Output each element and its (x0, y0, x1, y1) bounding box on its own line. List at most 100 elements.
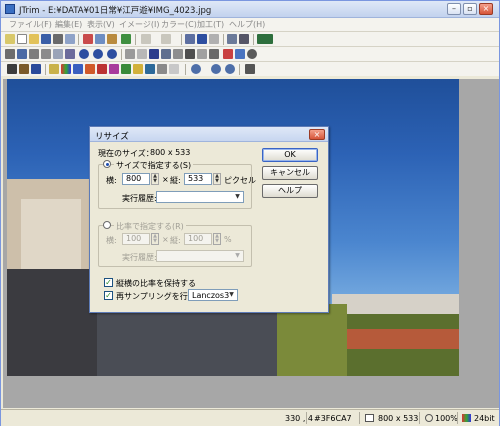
new-file-icon[interactable] (17, 34, 27, 44)
ratio-mode-label: 比率で指定する(R) (114, 221, 186, 232)
screen-mode-icon[interactable] (257, 34, 273, 44)
menu-file[interactable]: ファイル(F) (9, 19, 52, 30)
percent-unit-label: % (224, 235, 232, 244)
open-folder-icon[interactable] (5, 34, 15, 44)
negative-icon[interactable] (31, 64, 41, 74)
size-history-select[interactable]: ▼ (156, 191, 244, 203)
resample-method-select[interactable]: Lanczos3 ▼ (188, 289, 238, 301)
menu-image[interactable]: イメージ(I) (119, 19, 159, 30)
help-button[interactable]: ヘルプ (262, 184, 318, 198)
toolbar-separator (135, 34, 136, 45)
expand-canvas-icon[interactable] (41, 49, 51, 59)
copy-icon[interactable] (95, 34, 105, 44)
crop-icon[interactable] (5, 49, 15, 59)
print-icon[interactable] (53, 34, 63, 44)
save-icon[interactable] (41, 34, 51, 44)
print-preview-icon[interactable] (65, 34, 75, 44)
paste-new-icon[interactable] (121, 34, 131, 44)
auto-level-icon[interactable] (133, 64, 143, 74)
redo-icon[interactable] (161, 34, 171, 44)
color-balance-icon[interactable] (61, 64, 71, 74)
ratio-mode-radio[interactable] (103, 221, 111, 229)
resample-checkbox[interactable]: ✓ (104, 291, 113, 300)
willow-tree (277, 304, 347, 376)
select-icon[interactable] (185, 34, 195, 44)
posterize-icon[interactable] (157, 64, 167, 74)
ratio-height-input[interactable]: 100 (184, 233, 212, 245)
app-window: JTrim - E:¥DATA¥01日常¥江戸遊¥IMG_4023.jpg – … (0, 0, 500, 426)
status-divider (359, 412, 360, 424)
resample-label: 再サンプリングを行う (116, 292, 196, 301)
emboss-icon[interactable] (161, 49, 171, 59)
brightness-icon[interactable] (49, 64, 59, 74)
wave-icon[interactable] (197, 49, 207, 59)
menu-help[interactable]: ヘルプ(H) (229, 19, 265, 30)
maximize-button[interactable]: ▫ (463, 3, 477, 15)
toolbar-separator (185, 64, 186, 75)
blur-icon[interactable] (137, 49, 147, 59)
hue-icon[interactable] (73, 64, 83, 74)
rotate-180-icon[interactable] (107, 49, 117, 59)
tone-curve-icon[interactable] (145, 64, 155, 74)
rotate-free-icon[interactable] (29, 49, 39, 59)
dialog-close-button[interactable]: × (309, 129, 325, 140)
menu-process[interactable]: 加工(T) (197, 19, 224, 30)
zoom-in-icon[interactable] (211, 64, 221, 74)
ok-button[interactable]: OK (262, 148, 318, 162)
contrast-icon[interactable] (97, 64, 107, 74)
width-spinner[interactable]: ▲ ▼ (151, 173, 159, 185)
dialog-title: リサイズ (95, 132, 129, 142)
height-spinner[interactable]: ▲ ▼ (213, 173, 221, 185)
pencil-icon[interactable] (223, 49, 233, 59)
ratio-height-spinner[interactable]: ▲ ▼ (213, 233, 221, 245)
ratio-width-spinner[interactable]: ▲ ▼ (151, 233, 159, 245)
open-icon[interactable] (29, 34, 39, 44)
cancel-button[interactable]: キャンセル (262, 166, 318, 180)
sepia-icon[interactable] (19, 64, 29, 74)
eyedropper-icon[interactable] (245, 64, 255, 74)
line-icon[interactable] (235, 49, 245, 59)
width-input[interactable]: 800 (122, 173, 150, 185)
frame-icon[interactable] (239, 34, 249, 44)
circle-icon[interactable] (247, 49, 257, 59)
zoom-icon[interactable] (191, 64, 201, 74)
resample-method-value: Lanczos3 (192, 291, 230, 300)
grayscale-icon[interactable] (7, 64, 17, 74)
cut-icon[interactable] (83, 34, 93, 44)
saturation-icon[interactable] (109, 64, 119, 74)
menu-edit[interactable]: 編集(E) (55, 19, 82, 30)
ratio-width-input[interactable]: 100 (122, 233, 150, 245)
stamp-icon[interactable] (209, 34, 219, 44)
menu-view[interactable]: 表示(V) (87, 19, 115, 30)
gamma-icon[interactable] (85, 64, 95, 74)
rotate-left-icon[interactable] (79, 49, 89, 59)
threshold-icon[interactable] (169, 64, 179, 74)
toolbar-separator (253, 34, 254, 45)
undo-icon[interactable] (141, 34, 151, 44)
grid-icon[interactable] (227, 34, 237, 44)
paste-icon[interactable] (107, 34, 117, 44)
trim-icon[interactable] (53, 49, 63, 59)
color-depth: 24bit (474, 414, 495, 423)
keep-ratio-checkbox[interactable]: ✓ (104, 278, 113, 287)
zoom-status-icon (425, 414, 433, 422)
close-button[interactable]: × (479, 3, 493, 15)
rotate-right-icon[interactable] (93, 49, 103, 59)
height-input[interactable]: 533 (184, 173, 212, 185)
mosaic-icon[interactable] (125, 49, 135, 59)
resize-icon[interactable] (17, 49, 27, 59)
ratio-history-select[interactable]: ▼ (156, 250, 244, 262)
text-icon[interactable] (197, 34, 207, 44)
sharpen-icon[interactable] (149, 49, 159, 59)
width-label: 横: (106, 176, 117, 185)
oil-paint-icon[interactable] (209, 49, 219, 59)
edge-icon[interactable] (185, 49, 195, 59)
menu-color[interactable]: カラー(C) (161, 19, 197, 30)
minimize-button[interactable]: – (447, 3, 461, 15)
level-icon[interactable] (121, 64, 131, 74)
flip-icon[interactable] (65, 49, 75, 59)
zoom-out-icon[interactable] (225, 64, 235, 74)
noise-icon[interactable] (173, 49, 183, 59)
size-mode-radio[interactable] (103, 160, 111, 168)
keep-ratio-label: 縦横の比率を保持する (116, 279, 196, 288)
